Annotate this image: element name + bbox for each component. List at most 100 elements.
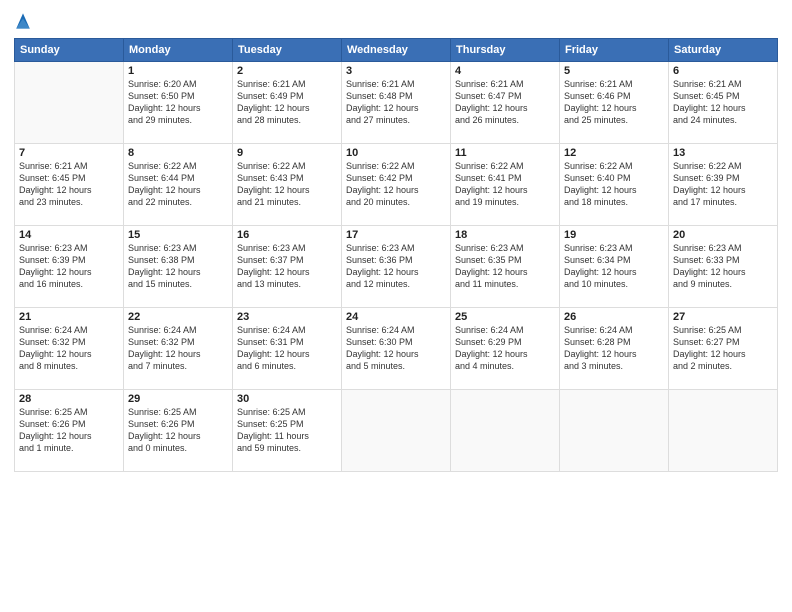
calendar-cell: 4Sunrise: 6:21 AM Sunset: 6:47 PM Daylig… bbox=[451, 62, 560, 144]
day-info: Sunrise: 6:24 AM Sunset: 6:32 PM Dayligh… bbox=[128, 324, 228, 373]
day-info: Sunrise: 6:23 AM Sunset: 6:37 PM Dayligh… bbox=[237, 242, 337, 291]
calendar-cell: 9Sunrise: 6:22 AM Sunset: 6:43 PM Daylig… bbox=[233, 144, 342, 226]
weekday-header: Sunday bbox=[15, 39, 124, 62]
day-number: 14 bbox=[19, 229, 119, 241]
day-number: 3 bbox=[346, 65, 446, 77]
day-info: Sunrise: 6:22 AM Sunset: 6:40 PM Dayligh… bbox=[564, 160, 664, 209]
weekday-header: Tuesday bbox=[233, 39, 342, 62]
calendar-cell: 11Sunrise: 6:22 AM Sunset: 6:41 PM Dayli… bbox=[451, 144, 560, 226]
calendar-week-row: 1Sunrise: 6:20 AM Sunset: 6:50 PM Daylig… bbox=[15, 62, 778, 144]
calendar-cell: 23Sunrise: 6:24 AM Sunset: 6:31 PM Dayli… bbox=[233, 308, 342, 390]
calendar-header: SundayMondayTuesdayWednesdayThursdayFrid… bbox=[15, 39, 778, 62]
calendar-cell: 19Sunrise: 6:23 AM Sunset: 6:34 PM Dayli… bbox=[560, 226, 669, 308]
weekday-header: Friday bbox=[560, 39, 669, 62]
day-number: 21 bbox=[19, 311, 119, 323]
weekday-header: Monday bbox=[124, 39, 233, 62]
day-info: Sunrise: 6:21 AM Sunset: 6:49 PM Dayligh… bbox=[237, 78, 337, 127]
calendar-cell: 17Sunrise: 6:23 AM Sunset: 6:36 PM Dayli… bbox=[342, 226, 451, 308]
day-number: 30 bbox=[237, 393, 337, 405]
day-info: Sunrise: 6:24 AM Sunset: 6:29 PM Dayligh… bbox=[455, 324, 555, 373]
day-number: 7 bbox=[19, 147, 119, 159]
calendar-cell bbox=[669, 390, 778, 472]
calendar-cell: 13Sunrise: 6:22 AM Sunset: 6:39 PM Dayli… bbox=[669, 144, 778, 226]
calendar-cell bbox=[15, 62, 124, 144]
day-number: 18 bbox=[455, 229, 555, 241]
calendar-cell: 25Sunrise: 6:24 AM Sunset: 6:29 PM Dayli… bbox=[451, 308, 560, 390]
calendar-cell: 22Sunrise: 6:24 AM Sunset: 6:32 PM Dayli… bbox=[124, 308, 233, 390]
day-info: Sunrise: 6:21 AM Sunset: 6:48 PM Dayligh… bbox=[346, 78, 446, 127]
calendar-cell: 28Sunrise: 6:25 AM Sunset: 6:26 PM Dayli… bbox=[15, 390, 124, 472]
day-number: 10 bbox=[346, 147, 446, 159]
day-number: 8 bbox=[128, 147, 228, 159]
day-number: 19 bbox=[564, 229, 664, 241]
calendar-cell: 10Sunrise: 6:22 AM Sunset: 6:42 PM Dayli… bbox=[342, 144, 451, 226]
day-number: 12 bbox=[564, 147, 664, 159]
calendar-week-row: 21Sunrise: 6:24 AM Sunset: 6:32 PM Dayli… bbox=[15, 308, 778, 390]
day-info: Sunrise: 6:23 AM Sunset: 6:39 PM Dayligh… bbox=[19, 242, 119, 291]
day-number: 26 bbox=[564, 311, 664, 323]
header bbox=[14, 10, 778, 32]
calendar-cell: 6Sunrise: 6:21 AM Sunset: 6:45 PM Daylig… bbox=[669, 62, 778, 144]
calendar-cell: 12Sunrise: 6:22 AM Sunset: 6:40 PM Dayli… bbox=[560, 144, 669, 226]
day-info: Sunrise: 6:21 AM Sunset: 6:45 PM Dayligh… bbox=[673, 78, 773, 127]
day-number: 17 bbox=[346, 229, 446, 241]
calendar-body: 1Sunrise: 6:20 AM Sunset: 6:50 PM Daylig… bbox=[15, 62, 778, 472]
calendar-cell: 26Sunrise: 6:24 AM Sunset: 6:28 PM Dayli… bbox=[560, 308, 669, 390]
day-info: Sunrise: 6:23 AM Sunset: 6:33 PM Dayligh… bbox=[673, 242, 773, 291]
calendar-cell: 24Sunrise: 6:24 AM Sunset: 6:30 PM Dayli… bbox=[342, 308, 451, 390]
day-info: Sunrise: 6:24 AM Sunset: 6:32 PM Dayligh… bbox=[19, 324, 119, 373]
calendar-cell: 7Sunrise: 6:21 AM Sunset: 6:45 PM Daylig… bbox=[15, 144, 124, 226]
day-number: 24 bbox=[346, 311, 446, 323]
calendar-cell: 1Sunrise: 6:20 AM Sunset: 6:50 PM Daylig… bbox=[124, 62, 233, 144]
header-row: SundayMondayTuesdayWednesdayThursdayFrid… bbox=[15, 39, 778, 62]
day-number: 23 bbox=[237, 311, 337, 323]
calendar-cell: 3Sunrise: 6:21 AM Sunset: 6:48 PM Daylig… bbox=[342, 62, 451, 144]
day-info: Sunrise: 6:23 AM Sunset: 6:38 PM Dayligh… bbox=[128, 242, 228, 291]
day-info: Sunrise: 6:23 AM Sunset: 6:36 PM Dayligh… bbox=[346, 242, 446, 291]
day-info: Sunrise: 6:22 AM Sunset: 6:39 PM Dayligh… bbox=[673, 160, 773, 209]
weekday-header: Saturday bbox=[669, 39, 778, 62]
day-number: 13 bbox=[673, 147, 773, 159]
day-number: 22 bbox=[128, 311, 228, 323]
calendar-week-row: 7Sunrise: 6:21 AM Sunset: 6:45 PM Daylig… bbox=[15, 144, 778, 226]
calendar-cell: 14Sunrise: 6:23 AM Sunset: 6:39 PM Dayli… bbox=[15, 226, 124, 308]
calendar-cell: 27Sunrise: 6:25 AM Sunset: 6:27 PM Dayli… bbox=[669, 308, 778, 390]
day-number: 27 bbox=[673, 311, 773, 323]
day-info: Sunrise: 6:25 AM Sunset: 6:26 PM Dayligh… bbox=[19, 406, 119, 455]
day-number: 5 bbox=[564, 65, 664, 77]
day-number: 1 bbox=[128, 65, 228, 77]
day-info: Sunrise: 6:25 AM Sunset: 6:25 PM Dayligh… bbox=[237, 406, 337, 455]
day-info: Sunrise: 6:23 AM Sunset: 6:35 PM Dayligh… bbox=[455, 242, 555, 291]
day-number: 2 bbox=[237, 65, 337, 77]
day-info: Sunrise: 6:22 AM Sunset: 6:41 PM Dayligh… bbox=[455, 160, 555, 209]
day-info: Sunrise: 6:22 AM Sunset: 6:44 PM Dayligh… bbox=[128, 160, 228, 209]
calendar-week-row: 14Sunrise: 6:23 AM Sunset: 6:39 PM Dayli… bbox=[15, 226, 778, 308]
day-number: 11 bbox=[455, 147, 555, 159]
day-info: Sunrise: 6:24 AM Sunset: 6:31 PM Dayligh… bbox=[237, 324, 337, 373]
day-info: Sunrise: 6:21 AM Sunset: 6:47 PM Dayligh… bbox=[455, 78, 555, 127]
day-info: Sunrise: 6:25 AM Sunset: 6:27 PM Dayligh… bbox=[673, 324, 773, 373]
day-info: Sunrise: 6:21 AM Sunset: 6:46 PM Dayligh… bbox=[564, 78, 664, 127]
calendar-cell: 16Sunrise: 6:23 AM Sunset: 6:37 PM Dayli… bbox=[233, 226, 342, 308]
page: SundayMondayTuesdayWednesdayThursdayFrid… bbox=[0, 0, 792, 612]
day-info: Sunrise: 6:24 AM Sunset: 6:28 PM Dayligh… bbox=[564, 324, 664, 373]
day-number: 6 bbox=[673, 65, 773, 77]
calendar-cell bbox=[560, 390, 669, 472]
logo bbox=[14, 10, 36, 32]
day-info: Sunrise: 6:25 AM Sunset: 6:26 PM Dayligh… bbox=[128, 406, 228, 455]
day-number: 20 bbox=[673, 229, 773, 241]
calendar-cell bbox=[342, 390, 451, 472]
day-number: 4 bbox=[455, 65, 555, 77]
day-number: 29 bbox=[128, 393, 228, 405]
day-number: 25 bbox=[455, 311, 555, 323]
calendar-cell: 5Sunrise: 6:21 AM Sunset: 6:46 PM Daylig… bbox=[560, 62, 669, 144]
day-info: Sunrise: 6:22 AM Sunset: 6:42 PM Dayligh… bbox=[346, 160, 446, 209]
calendar-week-row: 28Sunrise: 6:25 AM Sunset: 6:26 PM Dayli… bbox=[15, 390, 778, 472]
calendar-cell: 2Sunrise: 6:21 AM Sunset: 6:49 PM Daylig… bbox=[233, 62, 342, 144]
calendar-cell: 30Sunrise: 6:25 AM Sunset: 6:25 PM Dayli… bbox=[233, 390, 342, 472]
logo-icon bbox=[14, 10, 32, 32]
calendar-cell: 8Sunrise: 6:22 AM Sunset: 6:44 PM Daylig… bbox=[124, 144, 233, 226]
day-number: 9 bbox=[237, 147, 337, 159]
weekday-header: Wednesday bbox=[342, 39, 451, 62]
calendar-cell: 21Sunrise: 6:24 AM Sunset: 6:32 PM Dayli… bbox=[15, 308, 124, 390]
